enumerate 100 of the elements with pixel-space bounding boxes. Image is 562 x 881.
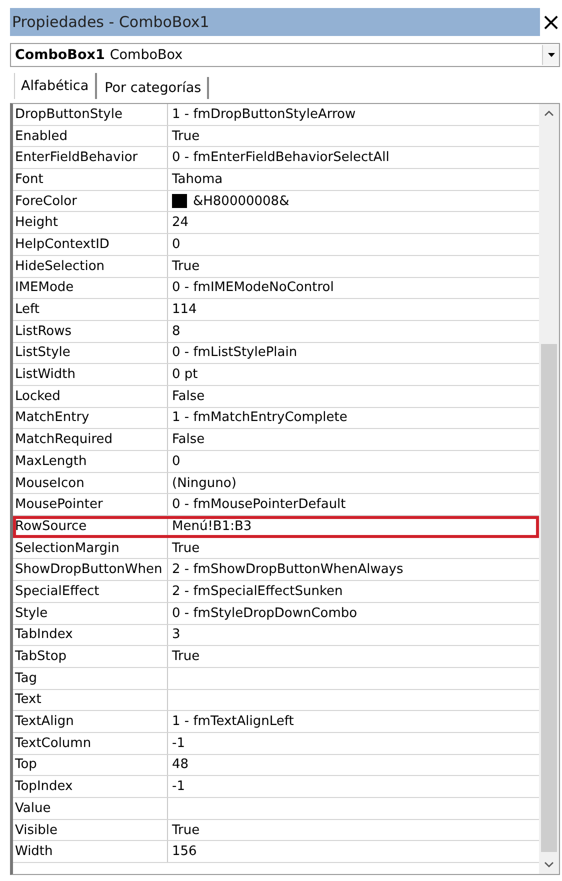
property-name: HideSelection bbox=[13, 256, 168, 276]
highlighted-property-row[interactable]: RowSource Menú!B1:B3 bbox=[13, 516, 539, 538]
caret-icon bbox=[548, 53, 554, 57]
property-value: 2 - fmSpecialEffectSunken bbox=[172, 584, 343, 599]
property-row[interactable]: ListRows 8 bbox=[13, 320, 539, 343]
property-value: Tahoma bbox=[172, 172, 223, 187]
scroll-up-icon[interactable] bbox=[544, 110, 554, 116]
property-row[interactable]: MatchEntry 1 - fmMatchEntryComplete bbox=[13, 408, 539, 430]
property-name: Value bbox=[13, 798, 168, 819]
property-row[interactable]: MouseIcon (Ninguno) bbox=[13, 472, 539, 494]
property-value: 2 - fmShowDropButtonWhenAlways bbox=[172, 562, 404, 578]
property-value: 0 - fmIMEModeNoControl bbox=[172, 280, 334, 296]
property-row[interactable]: ShowDropButtonWhen 2 - fmShowDropButtonWhenAlways bbox=[13, 559, 539, 582]
property-row[interactable]: Enabled True bbox=[13, 126, 539, 148]
property-row[interactable]: Value bbox=[13, 798, 539, 820]
property-name: TextAlign bbox=[13, 711, 168, 732]
property-name: IMEMode bbox=[13, 278, 168, 298]
property-name: Tag bbox=[13, 668, 168, 689]
property-name: MaxLength bbox=[13, 451, 168, 472]
property-value: 0 - fmEnterFieldBehaviorSelectAll bbox=[172, 150, 390, 166]
property-value: -1 bbox=[172, 779, 185, 794]
property-row[interactable]: HelpContextID 0 bbox=[13, 234, 539, 256]
object-selector[interactable]: ComboBox1 ComboBox bbox=[10, 43, 560, 67]
property-value: True bbox=[172, 540, 200, 556]
property-row[interactable]: TextAlign 1 - fmTextAlignLeft bbox=[13, 711, 539, 733]
property-name: DropButtonStyle bbox=[13, 104, 168, 125]
property-row[interactable]: Style 0 - fmStyleDropDownCombo bbox=[13, 602, 539, 624]
property-value: 0 - fmStyleDropDownCombo bbox=[172, 606, 358, 621]
property-row[interactable]: Visible True bbox=[13, 820, 539, 842]
property-row[interactable]: Locked False bbox=[13, 386, 539, 408]
property-row[interactable]: SpecialEffect 2 - fmSpecialEffectSunken bbox=[13, 581, 539, 603]
property-name: Left bbox=[13, 299, 168, 320]
property-name: TextColumn bbox=[13, 732, 168, 754]
property-row[interactable]: ListStyle 0 - fmListStylePlain bbox=[13, 342, 539, 364]
property-name: Width bbox=[13, 841, 168, 862]
window-title: Propiedades - ComboBox1 bbox=[10, 8, 540, 36]
property-name: Height bbox=[13, 212, 168, 234]
property-value: 24 bbox=[172, 215, 189, 230]
property-name: Locked bbox=[13, 386, 168, 407]
property-row[interactable]: TopIndex -1 bbox=[13, 776, 539, 798]
property-name: SpecialEffect bbox=[13, 581, 168, 602]
tab[interactable]: Alfabética bbox=[14, 73, 97, 99]
property-name: HelpContextID bbox=[13, 234, 168, 255]
property-row[interactable]: TextColumn -1 bbox=[13, 732, 539, 755]
property-name: TabStop bbox=[13, 646, 168, 667]
property-row[interactable]: ForeColor &H80000008& bbox=[13, 190, 539, 212]
property-name: Enabled bbox=[13, 126, 168, 146]
property-value: 3 bbox=[172, 627, 180, 642]
property-name: EnterFieldBehavior bbox=[13, 147, 168, 168]
scrollbar-thumb[interactable] bbox=[541, 344, 557, 852]
property-value: Menú!B1:B3 bbox=[172, 519, 252, 534]
property-value: 48 bbox=[172, 757, 189, 772]
property-value: 0 - fmMousePointerDefault bbox=[172, 497, 346, 512]
property-row[interactable]: SelectionMargin True bbox=[13, 538, 539, 560]
scroll-down-icon[interactable] bbox=[544, 862, 554, 868]
property-row[interactable]: TabIndex 3 bbox=[13, 624, 539, 646]
property-value: -1 bbox=[172, 736, 185, 751]
property-value: 114 bbox=[172, 302, 197, 318]
property-name: Top bbox=[13, 754, 168, 776]
scrollbar[interactable] bbox=[539, 104, 559, 874]
property-name: ShowDropButtonWhen bbox=[13, 559, 168, 580]
property-name: SelectionMargin bbox=[13, 538, 168, 558]
property-row[interactable]: ListWidth 0 pt bbox=[13, 364, 539, 386]
property-name: MouseIcon bbox=[13, 472, 168, 494]
property-value: True bbox=[172, 258, 200, 274]
property-row[interactable]: MatchRequired False bbox=[13, 429, 539, 451]
property-value: 1 - fmTextAlignLeft bbox=[172, 714, 294, 730]
property-name: Font bbox=[13, 169, 168, 190]
property-row[interactable]: Tag bbox=[13, 668, 539, 690]
property-row[interactable]: Text bbox=[13, 690, 539, 712]
property-row[interactable]: TabStop True bbox=[13, 646, 539, 668]
property-name: ListWidth bbox=[13, 364, 168, 385]
property-name: MousePointer bbox=[13, 494, 168, 516]
property-value: &H80000008& bbox=[193, 194, 290, 209]
property-row[interactable]: MaxLength 0 bbox=[13, 451, 539, 473]
property-row[interactable]: Left 114 bbox=[13, 299, 539, 321]
property-value: 0 - fmListStylePlain bbox=[172, 345, 298, 360]
property-value: 1 - fmDropButtonStyleArrow bbox=[172, 106, 356, 122]
property-value: 0 pt bbox=[172, 367, 198, 382]
property-row[interactable]: Font Tahoma bbox=[13, 169, 539, 191]
property-name: TopIndex bbox=[13, 776, 168, 797]
property-value: True bbox=[172, 649, 200, 664]
property-row[interactable]: Height 24 bbox=[13, 212, 539, 234]
property-value: 1 - fmMatchEntryComplete bbox=[172, 410, 348, 426]
property-row[interactable]: EnterFieldBehavior 0 - fmEnterFieldBehaviorSelectAll bbox=[13, 147, 539, 170]
property-value: False bbox=[172, 432, 205, 448]
property-value: 156 bbox=[172, 844, 197, 860]
property-value: (Ninguno) bbox=[172, 476, 236, 491]
property-name: MatchRequired bbox=[13, 429, 168, 450]
property-row[interactable]: IMEMode 0 - fmIMEModeNoControl bbox=[13, 278, 539, 300]
property-name: ListStyle bbox=[13, 342, 168, 364]
property-value: True bbox=[172, 128, 200, 144]
property-value: 8 bbox=[172, 324, 180, 339]
property-name: Text bbox=[13, 690, 168, 710]
property-row[interactable]: DropButtonStyle 1 - fmDropButtonStyleArrow bbox=[13, 104, 539, 126]
property-name: ListRows bbox=[13, 320, 168, 342]
property-row[interactable]: Top 48 bbox=[13, 754, 539, 776]
property-row[interactable]: HideSelection True bbox=[13, 256, 539, 278]
property-row[interactable]: Width 156 bbox=[13, 841, 539, 864]
property-name: TabIndex bbox=[13, 624, 168, 646]
